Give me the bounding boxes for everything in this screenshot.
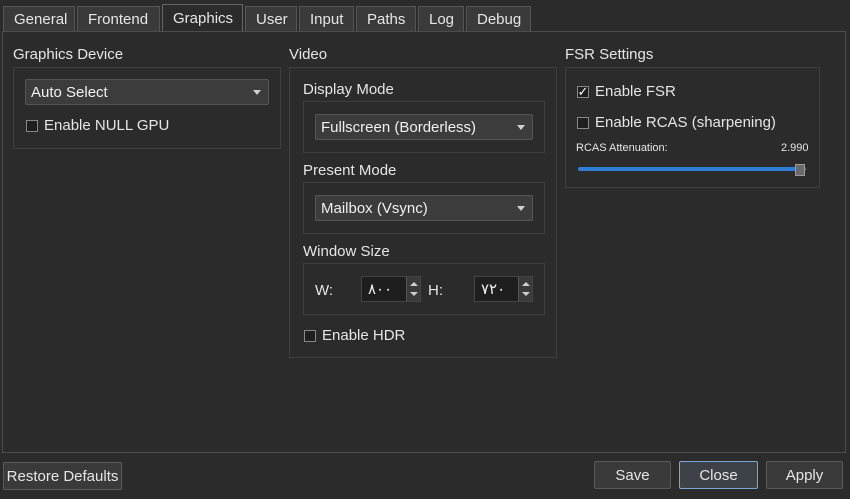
close-button[interactable]: Close bbox=[679, 461, 758, 489]
height-stepper[interactable] bbox=[518, 277, 532, 301]
width-spinbox[interactable]: ٨٠٠ bbox=[361, 276, 421, 302]
present-mode-select[interactable]: Mailbox (Vsync) bbox=[315, 195, 533, 221]
tab-user[interactable]: User bbox=[245, 6, 297, 32]
chevron-down-icon bbox=[253, 90, 261, 95]
display-mode-title: Display Mode bbox=[303, 81, 394, 98]
present-mode-value: Mailbox (Vsync) bbox=[321, 199, 428, 217]
checkmark-icon: ✓ bbox=[577, 83, 589, 99]
graphics-device-title: Graphics Device bbox=[13, 46, 124, 63]
graphics-device-select[interactable]: Auto Select bbox=[25, 79, 269, 105]
restore-defaults-button[interactable]: Restore Defaults bbox=[3, 462, 122, 490]
width-value: ٨٠٠ bbox=[368, 281, 393, 298]
hdr-checkbox[interactable]: Enable HDR bbox=[304, 327, 405, 344]
height-label: H: bbox=[428, 282, 443, 299]
checkbox-unchecked-icon bbox=[304, 329, 316, 342]
arrow-down-icon[interactable] bbox=[410, 292, 418, 296]
width-label: W: bbox=[315, 282, 334, 299]
tab-bar: General Frontend Graphics User Input Pat… bbox=[3, 4, 533, 32]
height-value: ٧٢٠ bbox=[481, 281, 506, 298]
fsr-title: FSR Settings bbox=[565, 46, 654, 63]
slider-handle[interactable] bbox=[795, 164, 806, 176]
chevron-down-icon bbox=[517, 125, 525, 130]
tab-paths[interactable]: Paths bbox=[356, 6, 416, 32]
tab-frontend[interactable]: Frontend bbox=[77, 6, 160, 32]
null-gpu-checkbox[interactable]: Enable NULL GPU bbox=[26, 117, 169, 134]
video-title: Video bbox=[289, 46, 328, 63]
height-spinbox[interactable]: ٧٢٠ bbox=[474, 276, 533, 302]
checkbox-unchecked-icon bbox=[26, 119, 38, 132]
chevron-down-icon bbox=[517, 206, 525, 211]
tab-log[interactable]: Log bbox=[418, 6, 464, 32]
display-mode-select[interactable]: Fullscreen (Borderless) bbox=[315, 114, 533, 140]
rcas-attenuation-slider[interactable] bbox=[578, 167, 806, 171]
apply-button[interactable]: Apply bbox=[766, 461, 843, 489]
rcas-attenuation-label: RCAS Attenuation: bbox=[576, 142, 668, 154]
enable-fsr-label: Enable FSR bbox=[595, 83, 676, 100]
arrow-up-icon[interactable] bbox=[522, 282, 530, 286]
checkbox-unchecked-icon bbox=[577, 116, 589, 129]
tab-general[interactable]: General bbox=[3, 6, 75, 32]
null-gpu-label: Enable NULL GPU bbox=[44, 117, 170, 134]
arrow-down-icon[interactable] bbox=[522, 292, 530, 296]
graphics-device-value: Auto Select bbox=[31, 83, 108, 101]
enable-rcas-checkbox[interactable]: Enable RCAS (sharpening) bbox=[577, 114, 776, 131]
tab-graphics[interactable]: Graphics bbox=[162, 4, 243, 32]
window-size-title: Window Size bbox=[303, 243, 390, 260]
save-button[interactable]: Save bbox=[594, 461, 671, 489]
tab-debug[interactable]: Debug bbox=[466, 6, 531, 32]
enable-rcas-label: Enable RCAS (sharpening) bbox=[595, 114, 776, 131]
width-stepper[interactable] bbox=[406, 277, 420, 301]
present-mode-title: Present Mode bbox=[303, 162, 397, 179]
rcas-attenuation-value: 2.990 bbox=[781, 142, 809, 154]
arrow-up-icon[interactable] bbox=[410, 282, 418, 286]
display-mode-value: Fullscreen (Borderless) bbox=[321, 118, 477, 136]
hdr-label: Enable HDR bbox=[322, 327, 406, 344]
tab-input[interactable]: Input bbox=[299, 6, 354, 32]
enable-fsr-checkbox[interactable]: ✓ Enable FSR bbox=[577, 83, 676, 100]
